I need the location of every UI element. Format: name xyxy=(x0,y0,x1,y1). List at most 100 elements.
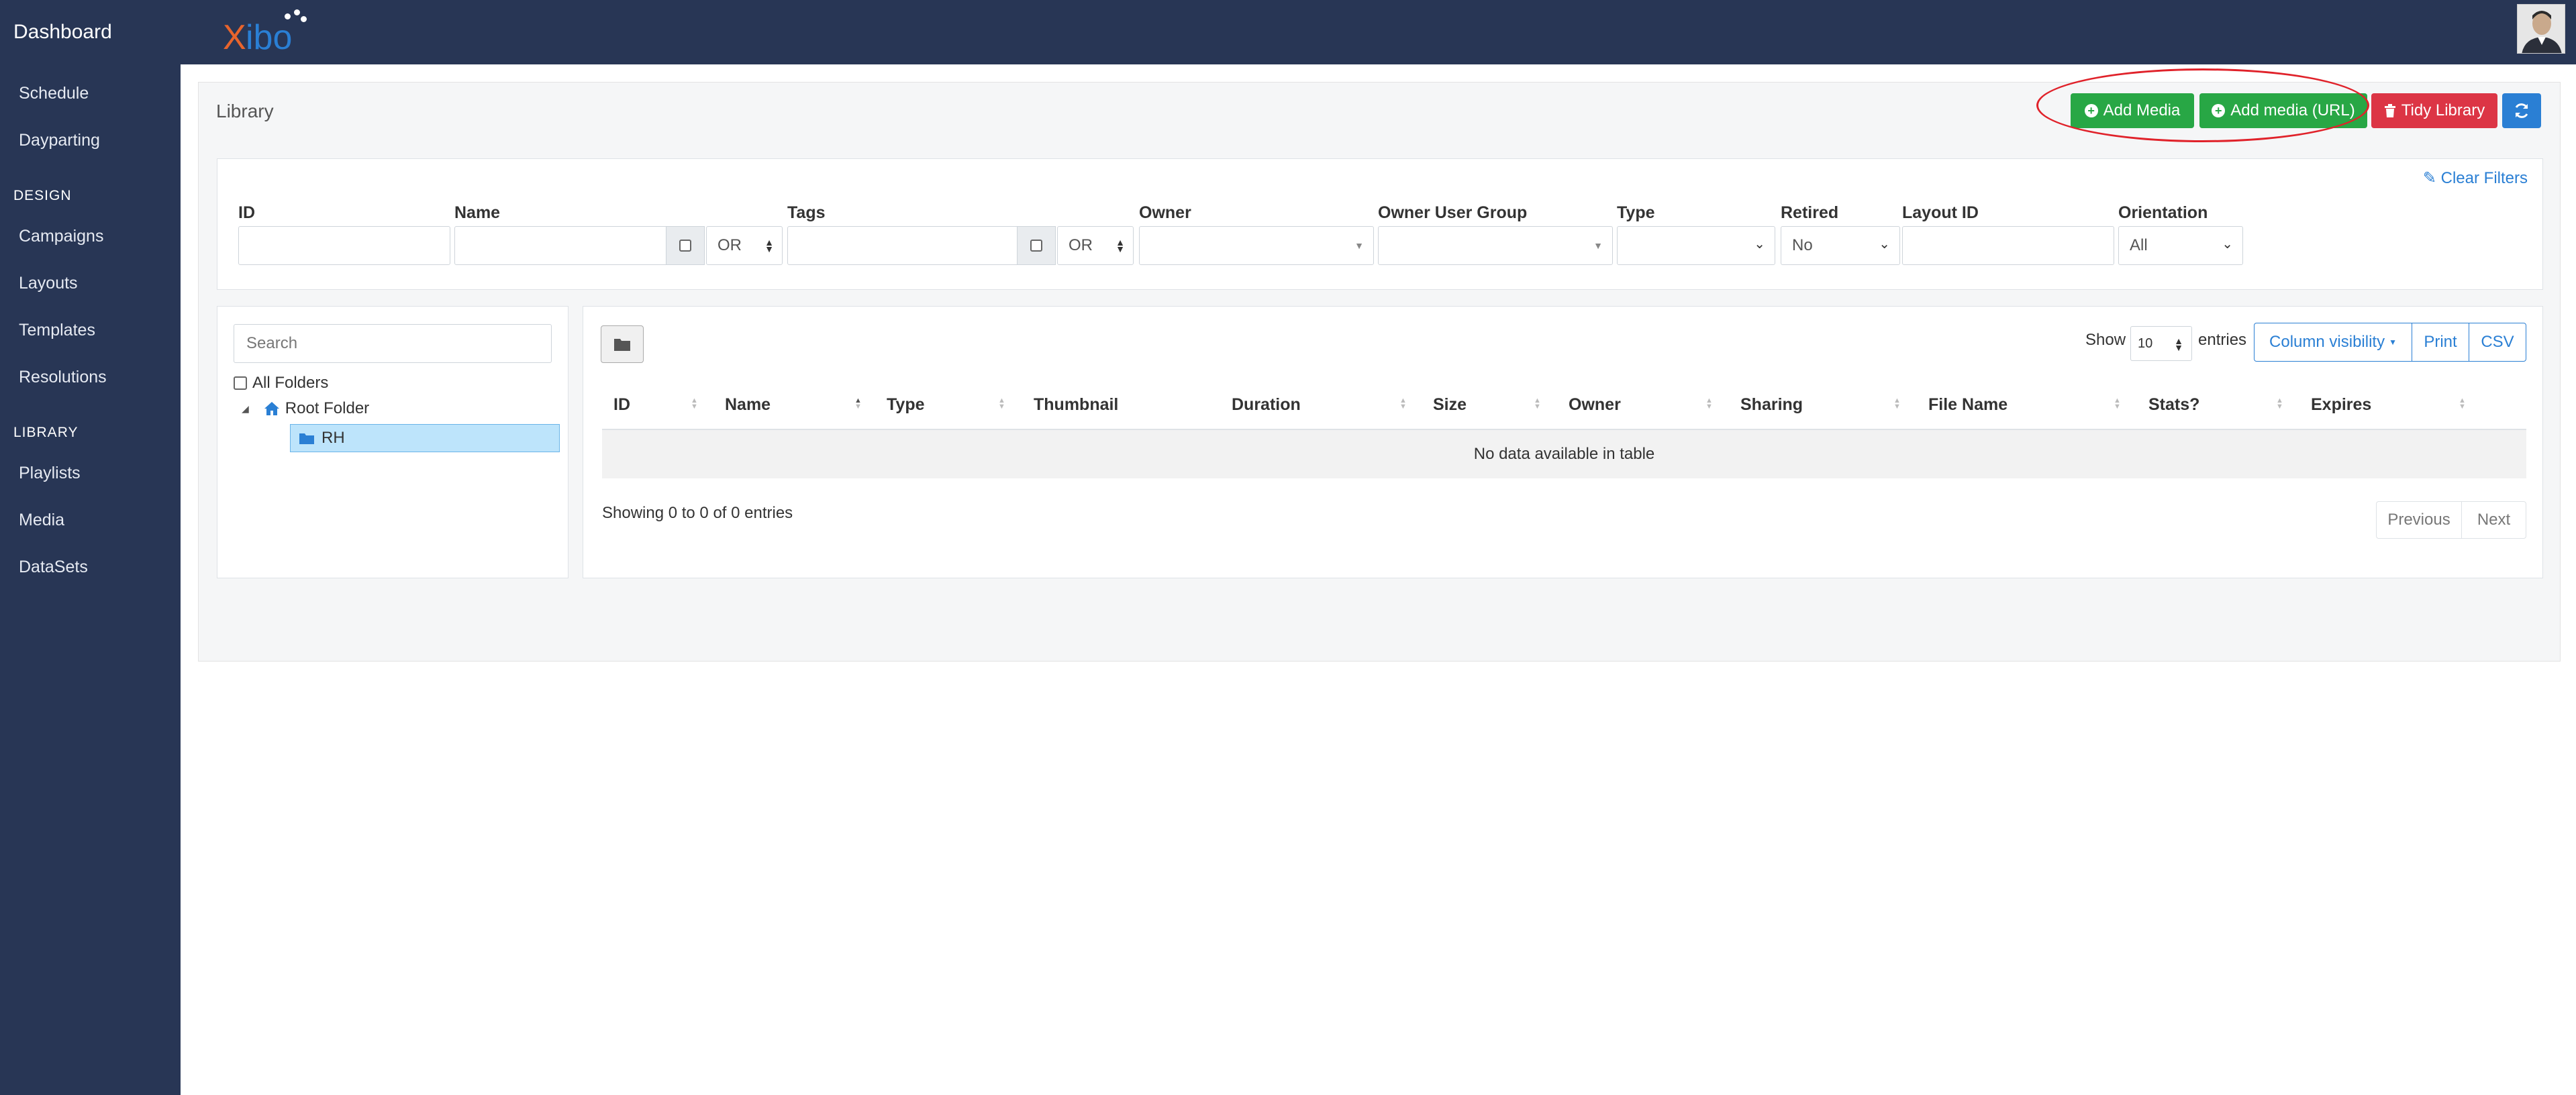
clear-filters-link[interactable]: ✎ Clear Filters xyxy=(2423,168,2528,188)
refresh-icon xyxy=(2515,103,2528,118)
column-visibility-button[interactable]: Column visibility ▼ xyxy=(2254,323,2412,362)
sidebar-item-playlists[interactable]: Playlists xyxy=(19,464,81,483)
sidebar: Schedule Dayparting DESIGN Campaigns Lay… xyxy=(0,64,181,1095)
all-folders-checkbox[interactable] xyxy=(234,376,247,390)
all-folders-option[interactable]: All Folders xyxy=(234,374,328,393)
folder-icon xyxy=(299,433,314,444)
layout-id-filter-input[interactable] xyxy=(1902,226,2114,265)
owner-group-filter-select[interactable]: ▼ xyxy=(1378,226,1613,265)
column-header-sharing[interactable]: Sharing xyxy=(1740,379,1803,430)
top-navbar: Dashboard X ibo xyxy=(0,0,2576,64)
retired-filter-select[interactable]: No ⌄ xyxy=(1781,226,1900,265)
type-filter-select[interactable]: ⌄ xyxy=(1617,226,1775,265)
name-logic-value: OR xyxy=(717,236,742,254)
updown-caret-icon: ▲ ▼ xyxy=(1116,237,1125,254)
table-empty-row: No data available in table xyxy=(602,430,2526,478)
folder-search-input[interactable]: Search xyxy=(234,324,552,363)
column-header-id[interactable]: ID xyxy=(613,379,630,430)
root-folder-node[interactable]: ◢ Root Folder xyxy=(242,399,369,418)
csv-button[interactable]: CSV xyxy=(2469,323,2526,362)
root-folder-label: Root Folder xyxy=(285,399,370,417)
table-info: Showing 0 to 0 of 0 entries xyxy=(602,504,793,522)
all-folders-label: All Folders xyxy=(252,374,329,392)
chevron-down-icon: ⌄ xyxy=(2222,237,2233,252)
id-filter-input[interactable] xyxy=(238,226,450,265)
tree-expand-icon[interactable]: ◢ xyxy=(242,403,249,415)
folder-toggle-button[interactable] xyxy=(601,325,644,363)
tags-exact-checkbox[interactable] xyxy=(1017,226,1056,265)
folder-search-placeholder: Search xyxy=(246,334,298,352)
table-header: ID ▲ ▼ Name ▲ ▼ Type ▲ ▼ Thumbnail Duration… xyxy=(602,379,2526,430)
sidebar-item-datasets[interactable]: DataSets xyxy=(19,558,88,577)
refresh-button[interactable] xyxy=(2502,93,2541,128)
user-avatar-icon xyxy=(2518,5,2565,53)
sort-icon: ▲ ▼ xyxy=(2114,397,2121,411)
tidy-library-label: Tidy Library xyxy=(2401,101,2485,119)
column-header-stats[interactable]: Stats? xyxy=(2148,379,2199,430)
dashboard-link[interactable]: Dashboard xyxy=(0,0,181,64)
column-header-owner[interactable]: Owner xyxy=(1569,379,1621,430)
column-header-duration[interactable]: Duration xyxy=(1232,379,1301,430)
retired-filter-label: Retired xyxy=(1781,203,1839,222)
sort-icon: ▲ ▼ xyxy=(1893,397,1901,411)
sidebar-heading-library: LIBRARY xyxy=(13,425,79,440)
sort-icon: ▲ ▼ xyxy=(691,397,698,411)
filter-card: ✎ Clear Filters ID Name OR ▲ ▼ Tags OR ▲ ▼… xyxy=(217,158,2543,290)
orientation-filter-label: Orientation xyxy=(2118,203,2208,222)
next-page-button[interactable]: Next xyxy=(2461,501,2526,539)
updown-caret-icon: ▲ ▼ xyxy=(764,237,774,254)
tags-logic-value: OR xyxy=(1069,236,1093,254)
sort-icon: ▲ ▼ xyxy=(998,397,1005,411)
name-exact-checkbox[interactable] xyxy=(666,226,705,265)
trash-icon xyxy=(2384,104,2395,117)
orientation-value: All xyxy=(2130,236,2148,254)
eraser-icon: ✎ xyxy=(2422,169,2436,187)
column-header-thumbnail: Thumbnail xyxy=(1034,395,1119,414)
page-title: Library xyxy=(216,101,274,121)
user-avatar[interactable] xyxy=(2517,4,2565,54)
folder-rh-node[interactable]: RH xyxy=(290,424,560,452)
home-icon xyxy=(264,402,279,415)
name-filter-label: Name xyxy=(454,203,501,222)
tags-logic-select[interactable]: OR ▲ ▼ xyxy=(1057,226,1134,265)
previous-page-button[interactable]: Previous xyxy=(2376,501,2462,539)
owner-filter-select[interactable]: ▼ xyxy=(1139,226,1374,265)
sort-icon: ▲ ▼ xyxy=(2276,397,2283,411)
owner-group-filter-label: Owner User Group xyxy=(1378,203,1528,222)
annotation-ellipse xyxy=(2036,68,2369,142)
type-filter-label: Type xyxy=(1617,203,1655,222)
column-header-file-name[interactable]: File Name xyxy=(1928,379,2008,430)
sort-icon: ▲ ▼ xyxy=(1534,397,1541,411)
dropdown-caret-icon: ▼ xyxy=(2389,337,2397,347)
entries-length-select[interactable]: 10 ▲ ▼ xyxy=(2130,326,2192,361)
sidebar-item-templates[interactable]: Templates xyxy=(19,321,95,340)
name-logic-select[interactable]: OR ▲ ▼ xyxy=(706,226,783,265)
tidy-library-button[interactable]: Tidy Library xyxy=(2371,93,2497,128)
folder-tree-panel: Search All Folders ◢ Root Folder RH xyxy=(217,306,568,578)
media-table-panel: Show 10 ▲ ▼ entries Column visibility ▼ P… xyxy=(583,306,2543,578)
column-header-type[interactable]: Type xyxy=(887,379,925,430)
tags-filter-label: Tags xyxy=(787,203,826,222)
id-filter-label: ID xyxy=(238,203,255,222)
sidebar-item-resolutions[interactable]: Resolutions xyxy=(19,368,107,387)
column-header-size[interactable]: Size xyxy=(1433,379,1467,430)
orientation-filter-select[interactable]: All ⌄ xyxy=(2118,226,2243,265)
sidebar-item-media[interactable]: Media xyxy=(19,511,64,530)
name-filter-input[interactable] xyxy=(454,226,668,265)
sidebar-item-campaigns[interactable]: Campaigns xyxy=(19,227,103,246)
sort-icon: ▲ ▼ xyxy=(1399,397,1407,411)
sidebar-item-dayparting[interactable]: Dayparting xyxy=(19,131,100,150)
sidebar-item-layouts[interactable]: Layouts xyxy=(19,274,78,293)
sort-asc-icon: ▲ ▼ xyxy=(854,397,862,411)
layout-id-filter-label: Layout ID xyxy=(1902,203,1979,222)
sidebar-item-schedule[interactable]: Schedule xyxy=(19,84,89,103)
entries-length-value: 10 xyxy=(2138,335,2153,351)
print-button[interactable]: Print xyxy=(2412,323,2469,362)
sidebar-heading-design: DESIGN xyxy=(13,188,72,203)
logo-text: ibo xyxy=(246,18,293,57)
column-header-expires[interactable]: Expires xyxy=(2311,379,2371,430)
column-visibility-label: Column visibility xyxy=(2269,333,2385,351)
xibo-logo[interactable]: X ibo xyxy=(223,8,310,57)
column-header-name[interactable]: Name xyxy=(725,379,771,430)
tags-filter-input[interactable] xyxy=(787,226,1020,265)
